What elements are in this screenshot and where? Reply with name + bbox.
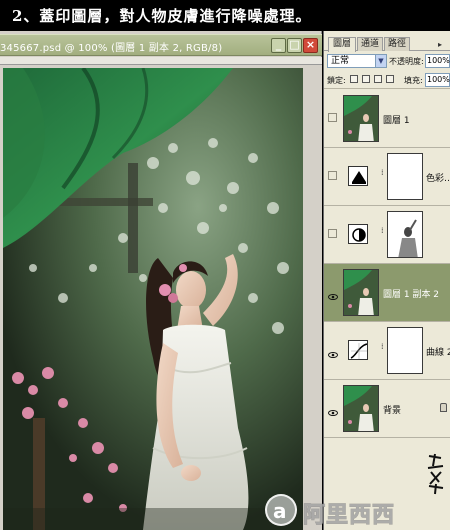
- photo-image: [3, 68, 303, 530]
- watermark-logo-icon: a: [265, 494, 297, 526]
- tab-layers[interactable]: 圖層: [328, 37, 356, 52]
- watermark-text: 阿里西西: [302, 503, 396, 529]
- color-balance-icon: [348, 166, 368, 186]
- signature-mark: [427, 453, 444, 495]
- layer-name: 圖層 1: [383, 116, 410, 126]
- close-icon: ×: [305, 38, 316, 51]
- lock-transparency-icon[interactable]: [350, 75, 358, 83]
- lock-icon: [440, 403, 447, 412]
- document-window: 345667.psd @ 100% (圖層 1 副本 2, RGB/8) _ □…: [0, 31, 322, 530]
- eye-icon[interactable]: [328, 403, 338, 416]
- ruler: [0, 57, 322, 65]
- tab-channels[interactable]: 通道: [357, 37, 383, 51]
- site-watermark: a 阿里西西: [265, 492, 450, 530]
- visibility-toggle[interactable]: [328, 113, 337, 122]
- fill-input[interactable]: 100%: [425, 73, 450, 87]
- hue-saturation-icon: [348, 224, 368, 244]
- layer-row-selected[interactable]: 圖層 1 副本 2: [324, 264, 450, 322]
- lock-pixels-icon[interactable]: [362, 75, 370, 83]
- layer-name: 背景: [383, 406, 402, 416]
- layer-row[interactable]: ⁞ 曲線 2: [324, 322, 450, 380]
- instruction-text: 2、蓋印圖層，對人物皮膚進行降噪處理。: [12, 7, 312, 25]
- layer-row[interactable]: 背景: [324, 380, 450, 438]
- layer-name: 圖層 1 副本 2: [383, 290, 440, 300]
- opacity-input[interactable]: 100%: [425, 54, 450, 68]
- blend-mode-select[interactable]: 正常 ▼: [327, 54, 387, 68]
- layer-row[interactable]: 圖層 1: [324, 90, 450, 148]
- close-button[interactable]: ×: [303, 38, 318, 53]
- blend-row: 正常 ▼ 不透明度: 100%: [324, 52, 450, 70]
- visibility-toggle[interactable]: [328, 229, 337, 238]
- fill-label: 填充:: [404, 76, 423, 85]
- layer-mask[interactable]: [387, 211, 423, 258]
- layer-thumbnail: [343, 95, 379, 142]
- layer-mask[interactable]: [387, 327, 423, 374]
- photo-canvas[interactable]: [3, 68, 303, 530]
- lock-all-icon[interactable]: [386, 75, 394, 83]
- tab-paths[interactable]: 路徑: [384, 37, 410, 51]
- layer-row[interactable]: ⁞ 色彩…: [324, 148, 450, 206]
- dropdown-arrow-icon: ▼: [375, 55, 386, 67]
- maximize-button[interactable]: □: [287, 38, 302, 53]
- layer-mask[interactable]: [387, 153, 423, 200]
- eye-icon[interactable]: [328, 345, 338, 358]
- lock-label: 鎖定:: [327, 76, 346, 85]
- maximize-icon: □: [289, 38, 300, 51]
- document-title: 345667.psd @ 100% (圖層 1 副本 2, RGB/8): [0, 43, 223, 54]
- canvas-area[interactable]: [0, 57, 322, 530]
- minimize-button[interactable]: _: [271, 38, 286, 53]
- lock-position-icon[interactable]: [374, 75, 382, 83]
- layer-name: 曲線 2: [426, 348, 450, 358]
- layer-thumbnail: [343, 269, 379, 316]
- opacity-label: 不透明度:: [389, 57, 424, 66]
- layer-row[interactable]: ⁞: [324, 206, 450, 264]
- document-titlebar[interactable]: 345667.psd @ 100% (圖層 1 副本 2, RGB/8) _ □…: [0, 34, 322, 56]
- eye-icon[interactable]: [328, 287, 338, 300]
- lock-row: 鎖定: 填充: 100%: [324, 71, 450, 89]
- minimize-icon: _: [275, 38, 282, 51]
- layer-thumbnail: [343, 385, 379, 432]
- instruction-banner: 2、蓋印圖層，對人物皮膚進行降噪處理。: [0, 0, 450, 31]
- panel-tabs: 圖層 通道 路徑 ▸: [324, 35, 450, 52]
- visibility-toggle[interactable]: [328, 171, 337, 180]
- panel-menu-icon[interactable]: ▸: [438, 40, 448, 50]
- curves-icon: [348, 340, 368, 360]
- watermark-logo-letter: a: [273, 499, 287, 523]
- blend-mode-value: 正常: [331, 56, 350, 66]
- layer-name: 色彩…: [426, 174, 450, 184]
